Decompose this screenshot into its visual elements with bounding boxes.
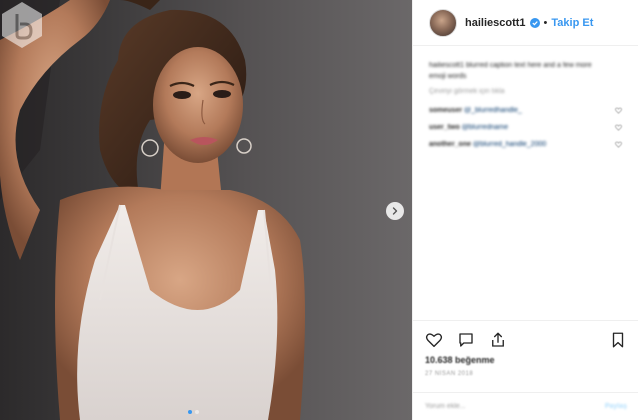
comment-like-icon[interactable] <box>615 107 622 114</box>
comment-text[interactable]: @_blurredhandle_ <box>464 107 522 114</box>
comment-username[interactable]: someuser <box>429 107 462 114</box>
carousel-dot-2 <box>195 410 199 414</box>
post-actions: 10.638 beğenme 27 NİSAN 2018 <box>413 320 638 377</box>
caption-translate-link[interactable]: Çeviriyi görmek için tıkla <box>429 88 622 95</box>
post-comment-button[interactable]: Paylaş <box>605 403 627 410</box>
bookmark-icon[interactable] <box>609 331 627 349</box>
post-photo[interactable] <box>0 0 412 420</box>
comment-username[interactable]: another_one <box>429 141 471 148</box>
caption-text: hailiescott1 blurred caption text here a… <box>429 62 592 80</box>
action-bar <box>425 329 627 351</box>
comments-list: hailiescott1 blurred caption text here a… <box>413 46 638 316</box>
comment-item: someuser @_blurredhandle_ <box>429 105 622 116</box>
comment-like-icon[interactable] <box>615 141 622 148</box>
comment-icon[interactable] <box>457 331 475 349</box>
comment-item: user_two @blurredname <box>429 122 622 133</box>
comment-text[interactable]: @blurred_handle_2000 <box>473 141 546 148</box>
post-side-panel: hailiescott1 • Takip Et hailiescott1 blu… <box>412 0 638 420</box>
avatar[interactable] <box>429 8 457 37</box>
carousel-indicator <box>188 410 199 414</box>
next-photo-button[interactable] <box>386 202 404 220</box>
comment-text[interactable]: @blurredname <box>462 124 508 131</box>
heart-icon[interactable] <box>425 331 443 349</box>
comment-like-icon[interactable] <box>615 124 622 131</box>
comment-item: another_one @blurred_handle_2000 <box>429 139 622 150</box>
post-header: hailiescott1 • Takip Et <box>413 0 638 46</box>
share-icon[interactable] <box>489 331 507 349</box>
separator-dot: • <box>543 16 548 29</box>
username-link[interactable]: hailiescott1 <box>465 17 526 29</box>
follow-button[interactable]: Takip Et <box>551 17 593 29</box>
portrait-image <box>0 0 305 420</box>
chevron-right-icon <box>392 207 398 215</box>
add-comment-bar: Yorum ekle... Paylaş <box>413 392 638 420</box>
caption: hailiescott1 blurred caption text here a… <box>429 60 622 82</box>
verified-badge-icon <box>529 17 540 28</box>
carousel-dot-1 <box>188 410 192 414</box>
comment-input[interactable]: Yorum ekle... <box>425 403 466 410</box>
comment-username[interactable]: user_two <box>429 124 460 131</box>
site-logo-watermark <box>2 2 42 48</box>
post-modal: hailiescott1 • Takip Et hailiescott1 blu… <box>0 0 638 420</box>
likes-count[interactable]: 10.638 beğenme <box>425 355 627 365</box>
post-timestamp: 27 NİSAN 2018 <box>425 371 474 377</box>
